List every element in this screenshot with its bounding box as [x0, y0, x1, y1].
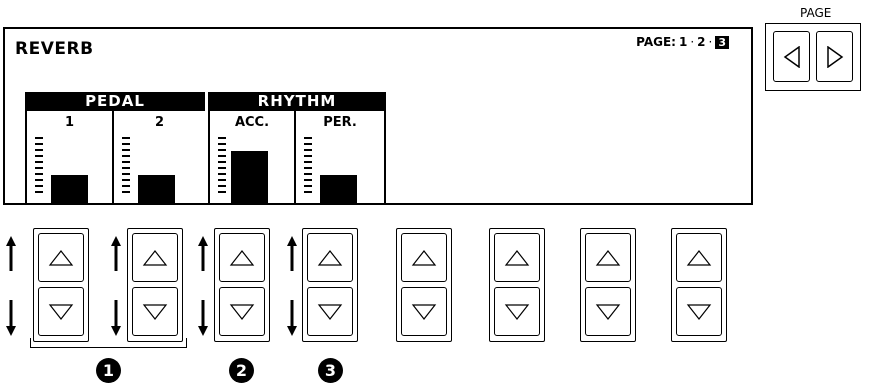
increase-arrow-icon: [111, 236, 121, 271]
increase-arrow-icon: [6, 236, 16, 271]
page-1: 1: [678, 35, 688, 49]
triangle-up-icon: [229, 249, 255, 266]
rhythm-per-meter: PER.: [294, 111, 386, 205]
triangle-up-icon: [48, 249, 74, 266]
callout-3-badge: 3: [318, 358, 343, 383]
level-scale: [35, 137, 43, 199]
page-button-group: [765, 23, 861, 91]
page-forward-button[interactable]: [816, 31, 853, 82]
level-bar: [320, 175, 357, 205]
unused-control-7: [580, 228, 636, 342]
control-6-down-button[interactable]: [494, 287, 540, 336]
triangle-up-icon: [595, 249, 621, 266]
level-scale: [218, 137, 226, 199]
page-indicator: PAGE: 1 · 2 · 3: [636, 35, 729, 49]
triangle-down-icon: [48, 303, 74, 320]
triangle-left-icon: [783, 45, 800, 68]
group-pedal-header: PEDAL: [25, 92, 205, 111]
rhythm-acc-meter: ACC.: [208, 111, 294, 205]
level-scale: [122, 137, 130, 199]
triangle-down-icon: [229, 303, 255, 320]
pedal-2-up-button[interactable]: [132, 233, 178, 282]
triangle-up-icon: [686, 249, 712, 266]
triangle-down-icon: [595, 303, 621, 320]
page-back-button[interactable]: [773, 31, 810, 82]
pedal-1-down-button[interactable]: [38, 287, 84, 336]
callout-1-badge: 1: [96, 358, 121, 383]
increase-arrow-icon: [198, 236, 208, 271]
page-current: 3: [715, 35, 729, 49]
triangle-up-icon: [142, 249, 168, 266]
pedal-2-meter: 2: [112, 111, 205, 205]
column-label: PER.: [323, 115, 357, 130]
increase-arrow-icon: [287, 236, 297, 271]
page-buttons-label: PAGE: [800, 6, 832, 20]
triangle-down-icon: [411, 303, 437, 320]
level-scale: [304, 137, 312, 199]
control-7-up-button[interactable]: [585, 233, 631, 282]
triangle-up-icon: [317, 249, 343, 266]
page-separator: ·: [690, 35, 695, 49]
unused-control-5: [396, 228, 452, 342]
rhythm-acc-control: [214, 228, 270, 342]
screen-title: REVERB: [15, 39, 94, 59]
page-prefix: PAGE:: [636, 35, 676, 49]
rhythm-acc-up-button[interactable]: [219, 233, 265, 282]
column-label: 2: [154, 115, 165, 130]
control-5-down-button[interactable]: [401, 287, 447, 336]
triangle-up-icon: [504, 249, 530, 266]
level-bar: [51, 175, 88, 205]
page-separator: ·: [708, 35, 713, 49]
unused-control-6: [489, 228, 545, 342]
decrease-arrow-icon: [198, 300, 208, 336]
pedal-bracket: [30, 338, 187, 348]
pedal-1-up-button[interactable]: [38, 233, 84, 282]
level-bar: [138, 175, 175, 205]
decrease-arrow-icon: [111, 300, 121, 336]
control-5-up-button[interactable]: [401, 233, 447, 282]
level-bar: [231, 151, 268, 205]
triangle-down-icon: [142, 303, 168, 320]
rhythm-per-down-button[interactable]: [307, 287, 353, 336]
control-8-up-button[interactable]: [676, 233, 722, 282]
pedal-2-down-button[interactable]: [132, 287, 178, 336]
control-6-up-button[interactable]: [494, 233, 540, 282]
decrease-arrow-icon: [287, 300, 297, 336]
triangle-down-icon: [317, 303, 343, 320]
triangle-right-icon: [826, 45, 843, 68]
unused-control-8: [671, 228, 727, 342]
triangle-down-icon: [686, 303, 712, 320]
page-2: 2: [697, 35, 706, 49]
column-label: ACC.: [234, 115, 270, 130]
triangle-down-icon: [504, 303, 530, 320]
decrease-arrow-icon: [6, 300, 16, 336]
pedal-2-control: [127, 228, 183, 342]
lcd-display: REVERB PAGE: 1 · 2 · 3 PEDAL RHYTHM 1 2 …: [3, 27, 753, 205]
control-7-down-button[interactable]: [585, 287, 631, 336]
group-rhythm-header: RHYTHM: [208, 92, 386, 111]
callout-2-badge: 2: [229, 358, 254, 383]
pedal-1-meter: 1: [25, 111, 112, 205]
column-label: 1: [64, 115, 75, 130]
rhythm-acc-down-button[interactable]: [219, 287, 265, 336]
rhythm-per-control: [302, 228, 358, 342]
rhythm-per-up-button[interactable]: [307, 233, 353, 282]
pedal-1-control: [33, 228, 89, 342]
control-8-down-button[interactable]: [676, 287, 722, 336]
triangle-up-icon: [411, 249, 437, 266]
